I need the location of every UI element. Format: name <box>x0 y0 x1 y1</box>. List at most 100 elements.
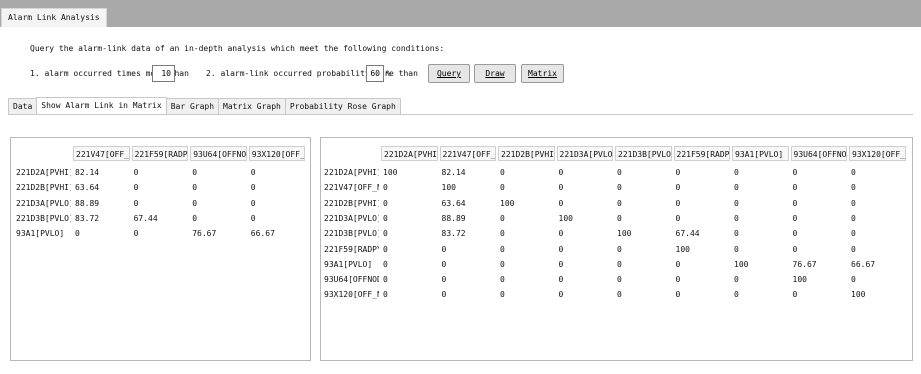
column-header[interactable]: 221D2A[PVHI] <box>381 146 438 161</box>
matrix-cell: 67.44 <box>675 229 700 239</box>
row-header: 221D3B[PVLO] <box>16 213 71 223</box>
column-header[interactable]: 221D3B[PVLO] <box>615 146 672 161</box>
matrix-cell: 0 <box>792 168 798 177</box>
row-header: 93A1[PVLO] <box>16 229 65 239</box>
column-header[interactable]: 221D3A[PVLO] <box>556 146 613 161</box>
draw-button[interactable]: Draw <box>474 64 516 83</box>
matrix-cell: 0 <box>792 244 798 254</box>
column-header[interactable]: 221F59[RADPY] <box>131 146 189 161</box>
matrix-cell: 67.44 <box>133 213 158 223</box>
matrix-cell: 83.72 <box>75 213 100 223</box>
matrix-cell: 0 <box>851 229 856 239</box>
matrix-button[interactable]: Matrix <box>521 64 564 83</box>
matrix-cell: 0 <box>500 168 505 177</box>
matrix-cell: 0 <box>617 290 622 300</box>
row-header: 221D3A[PVLO] <box>324 213 379 223</box>
matrix-cell: 76.67 <box>792 259 817 269</box>
matrix-cell: 0 <box>734 168 739 177</box>
matrix-cell: 0 <box>617 213 622 223</box>
matrix-cell: 63.64 <box>441 198 466 208</box>
matrix-cell: 0 <box>617 183 622 193</box>
row-header: 221D2B[PVHI] <box>16 183 71 193</box>
matrix-cell: 0 <box>192 168 198 177</box>
matrix-cell: 0 <box>500 244 505 254</box>
matrix-cell: 0 <box>250 198 256 208</box>
percent-unit: % <box>386 69 391 78</box>
matrix-cell: 100 <box>558 213 573 223</box>
column-header[interactable]: 93U64[OFFNODM] <box>790 146 847 161</box>
matrix-cell: 0 <box>500 290 505 300</box>
matrix-cell: 0 <box>500 259 505 269</box>
matrix-cell: 0 <box>250 168 256 177</box>
tab-show-alarm-link-in-matrix[interactable]: Show Alarm Link in Matrix <box>36 97 167 114</box>
matrix-cell: 82.14 <box>75 168 100 177</box>
row-header: 93A1[PVLO] <box>324 259 373 269</box>
matrix-cell: 0 <box>734 183 739 193</box>
column-header[interactable]: 221D2B[PVHI] <box>498 146 555 161</box>
tab-bar-graph[interactable]: Bar Graph <box>165 98 220 114</box>
matrix-cell: 0 <box>558 259 564 269</box>
window-tab[interactable]: Alarm Link Analysis <box>1 8 107 27</box>
alarm-times-input[interactable] <box>152 65 175 82</box>
tab-strip: Data Show Alarm Link in Matrix Bar Graph… <box>8 97 401 114</box>
column-header[interactable]: 93U64[OFFNODM] <box>190 146 247 161</box>
left-matrix-panel[interactable]: 221V47[OFF_...221F59[RADPY]93U64[OFFNODM… <box>10 137 311 361</box>
matrix-cell: 100 <box>441 183 456 193</box>
matrix-cell: 0 <box>250 183 256 193</box>
matrix-cell: 0 <box>500 275 505 285</box>
row-header: 93U64[OFFNODM] <box>324 275 379 285</box>
matrix-cell: 66.67 <box>851 259 876 269</box>
matrix-cell: 0 <box>133 183 139 193</box>
matrix-cell: 0 <box>675 259 681 269</box>
column-header[interactable]: 93X120[OFF_... <box>248 146 306 161</box>
row-header: 221V47[OFF_N... <box>324 183 379 193</box>
tab-probability-rose-graph[interactable]: Probability Rose Graph <box>284 98 401 114</box>
matrix-cell: 63.64 <box>75 183 100 193</box>
tab-divider <box>8 114 913 115</box>
matrix-cell: 100 <box>383 168 398 177</box>
matrix-cell: 0 <box>192 213 198 223</box>
matrix-cell: 0 <box>192 183 198 193</box>
query-button[interactable]: Query <box>428 64 470 83</box>
column-header[interactable]: 221V47[OFF_... <box>439 146 496 161</box>
matrix-cell: 0 <box>851 198 856 208</box>
matrix-cell: 0 <box>734 229 739 239</box>
matrix-cell: 0 <box>383 259 388 269</box>
column-header[interactable]: 221V47[OFF_... <box>73 146 130 161</box>
matrix-cell: 83.72 <box>441 229 466 239</box>
probability-input[interactable] <box>366 65 384 82</box>
matrix-cell: 0 <box>734 213 739 223</box>
matrix-cell: 100 <box>734 259 749 269</box>
matrix-cell: 0 <box>792 290 798 300</box>
matrix-cell: 0 <box>851 275 856 285</box>
matrix-cell: 0 <box>558 275 564 285</box>
matrix-cell: 0 <box>558 168 564 177</box>
matrix-cell: 0 <box>133 198 139 208</box>
matrix-cell: 0 <box>500 229 505 239</box>
column-header[interactable]: 221F59[RADPY] <box>673 146 730 161</box>
matrix-cell: 0 <box>734 290 739 300</box>
matrix-cell: 88.89 <box>75 198 100 208</box>
right-matrix-panel[interactable]: 221D2A[PVHI]221V47[OFF_...221D2B[PVHI]22… <box>320 137 913 361</box>
matrix-cell: 0 <box>617 198 622 208</box>
matrix-cell: 0 <box>558 183 564 193</box>
row-header: 221D3B[PVLO] <box>324 229 379 239</box>
tab-matrix-graph[interactable]: Matrix Graph <box>218 98 286 114</box>
matrix-cell: 0 <box>383 229 388 239</box>
column-header[interactable]: 93X120[OFF_... <box>849 146 906 161</box>
matrix-cell: 100 <box>792 275 807 285</box>
matrix-cell: 0 <box>383 183 388 193</box>
matrix-cell: 0 <box>500 213 505 223</box>
matrix-cell: 0 <box>500 183 505 193</box>
matrix-cell: 100 <box>675 244 690 254</box>
matrix-cell: 0 <box>617 275 622 285</box>
matrix-cell: 0 <box>383 275 388 285</box>
matrix-cell: 0 <box>851 244 856 254</box>
matrix-cell: 0 <box>617 168 622 177</box>
matrix-cell: 100 <box>851 290 866 300</box>
matrix-cell: 0 <box>75 229 80 239</box>
matrix-cell: 100 <box>500 198 515 208</box>
tab-data[interactable]: Data <box>8 98 38 114</box>
column-header[interactable]: 93A1[PVLO] <box>732 146 789 161</box>
matrix-cell: 0 <box>792 213 798 223</box>
